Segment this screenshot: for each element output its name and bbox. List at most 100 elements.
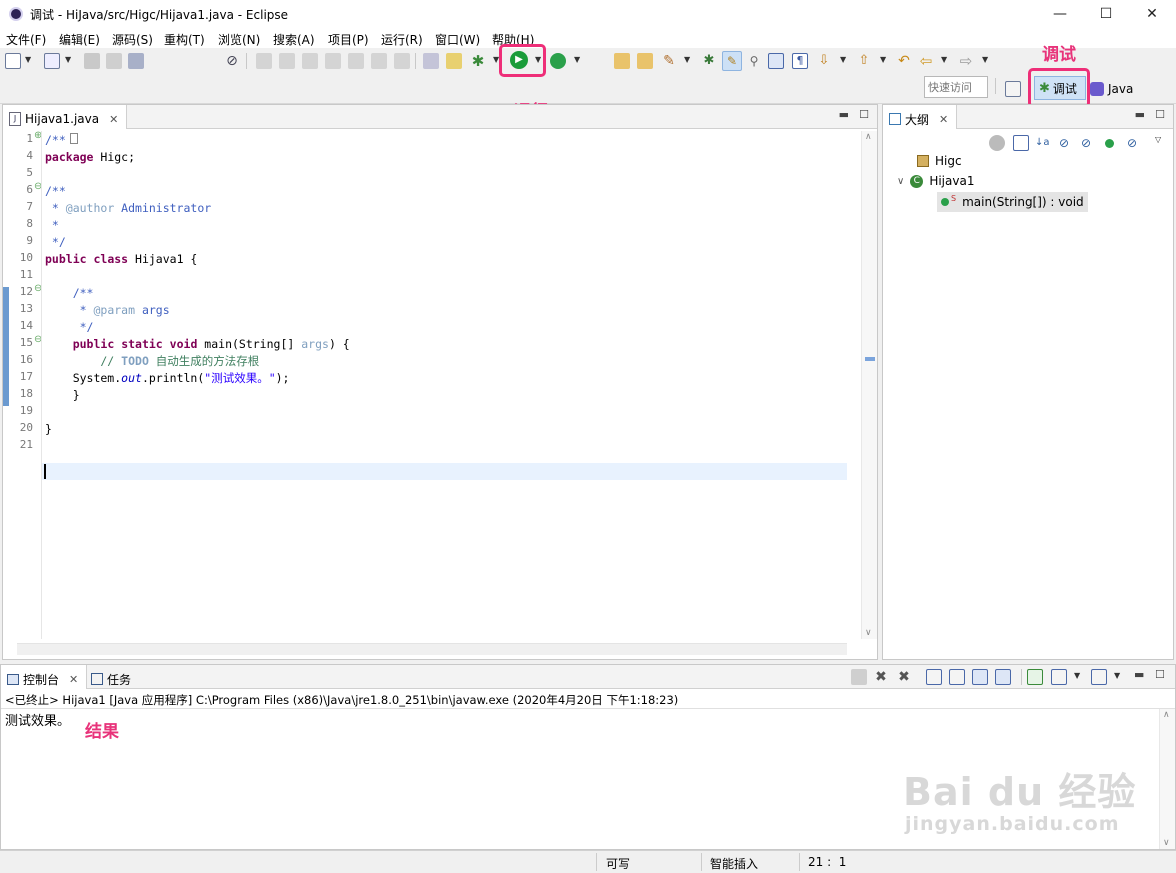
clear-console-icon[interactable] (926, 669, 942, 685)
word-wrap-icon[interactable]: ⚲ (746, 53, 762, 69)
next-annotation-icon[interactable]: ⇩ (816, 53, 832, 69)
minimize-view-icon[interactable]: ▬ (839, 108, 849, 121)
menu-search[interactable]: 搜索(A) (273, 31, 315, 48)
maximize-button[interactable]: ☐ (1083, 0, 1129, 28)
editor-vertical-scrollbar[interactable]: ∧ ∨ (861, 131, 877, 639)
remove-launch-icon[interactable]: ✖ (873, 669, 889, 685)
back-dropdown-icon[interactable]: ▼ (941, 55, 947, 64)
expand-chevron-icon[interactable]: ∨ (897, 176, 904, 187)
new-icon[interactable] (5, 53, 21, 69)
show-whitespace-icon[interactable]: ¶ (792, 53, 808, 69)
search-tool-icon[interactable]: ✎ (661, 53, 677, 69)
hide-fields-icon[interactable] (989, 135, 1005, 151)
coverage-icon[interactable] (550, 53, 566, 69)
outline-item-package[interactable]: Higc (917, 154, 962, 168)
show-on-output-icon[interactable] (995, 669, 1011, 685)
close-tab-icon[interactable]: ✕ (939, 113, 948, 126)
maximize-view-icon[interactable]: ☐ (1155, 668, 1165, 681)
new-package-dropdown-icon[interactable]: ▼ (65, 55, 71, 64)
hide-local-types-icon[interactable] (1105, 139, 1114, 148)
save-all-icon[interactable] (106, 53, 122, 69)
minimize-button[interactable]: — (1037, 0, 1083, 28)
scroll-down-icon[interactable]: ∨ (1163, 838, 1170, 848)
close-tab-icon[interactable]: ✕ (109, 113, 118, 126)
block-selection-icon[interactable] (768, 53, 784, 69)
disconnect-icon[interactable] (325, 53, 341, 69)
view-menu-icon[interactable]: ▽ (1155, 135, 1161, 144)
skip-breakpoints-icon[interactable]: ⊘ (224, 53, 240, 69)
prev-annotation-dropdown-icon[interactable]: ▼ (880, 55, 886, 64)
display-console-icon[interactable] (1051, 669, 1067, 685)
open-type-icon[interactable] (614, 53, 630, 69)
search-dropdown-icon[interactable]: ▼ (684, 55, 690, 64)
menu-source[interactable]: 源码(S) (112, 31, 153, 48)
last-edit-icon[interactable]: ↶ (896, 53, 912, 69)
maximize-view-icon[interactable]: ☐ (1155, 108, 1165, 121)
folded-comment-icon[interactable] (70, 133, 78, 144)
external-tools-icon[interactable] (446, 53, 462, 69)
back-icon[interactable]: ⇦ (918, 53, 934, 69)
terminate-icon[interactable] (302, 53, 318, 69)
step-over-icon[interactable] (371, 53, 387, 69)
hide-static-icon[interactable]: ⊘ (1081, 135, 1097, 151)
maximize-view-icon[interactable]: ☐ (859, 108, 869, 121)
quick-access-field[interactable] (924, 76, 988, 98)
open-perspective-icon[interactable] (1005, 81, 1021, 97)
scroll-up-icon[interactable]: ∧ (1163, 710, 1170, 720)
tab-outline[interactable]: 大纲 ✕ (883, 105, 958, 129)
menu-run[interactable]: 运行(R) (381, 31, 423, 48)
step-return-icon[interactable] (394, 53, 410, 69)
menu-refactor[interactable]: 重构(T) (164, 31, 205, 48)
pin-console-icon[interactable] (1027, 669, 1043, 685)
coverage-dropdown-icon[interactable]: ▼ (574, 55, 580, 64)
editor-horizontal-scrollbar[interactable] (17, 643, 847, 655)
resume-icon[interactable] (256, 53, 272, 69)
print-icon[interactable] (128, 53, 144, 69)
debug-bug-icon[interactable]: ✱ (470, 53, 486, 69)
prev-annotation-icon[interactable]: ⇧ (856, 53, 872, 69)
new-dropdown-icon[interactable]: ▼ (25, 55, 31, 64)
outline-item-method[interactable]: S main(String[]) : void (937, 192, 1088, 212)
perspective-java[interactable]: Java (1090, 78, 1133, 100)
toggle-block-icon[interactable] (423, 53, 439, 69)
suspend-icon[interactable] (279, 53, 295, 69)
menu-edit[interactable]: 编辑(E) (59, 31, 100, 48)
forward-icon[interactable]: ⇨ (958, 53, 974, 69)
outline-item-class[interactable]: ∨ C Hijava1 (897, 174, 974, 188)
link-editor-icon[interactable]: ⊘ (1127, 135, 1143, 151)
display-console-dropdown-icon[interactable]: ▼ (1074, 671, 1080, 680)
hide-nonpublic-icon[interactable]: ⊘ (1059, 135, 1075, 151)
console-vertical-scrollbar[interactable]: ∧ ∨ (1159, 709, 1175, 849)
minimize-view-icon[interactable]: ▬ (1135, 108, 1145, 121)
tab-console[interactable]: 控制台 ✕ (1, 665, 88, 689)
menu-window[interactable]: 窗口(W) (435, 31, 480, 48)
mark-occurrences-icon[interactable]: ✱ (701, 53, 717, 69)
save-icon[interactable] (84, 53, 100, 69)
scroll-lock-icon[interactable] (949, 669, 965, 685)
terminate-icon[interactable] (851, 669, 867, 685)
sort-icon[interactable]: ↓a (1035, 135, 1051, 151)
close-tab-icon[interactable]: ✕ (69, 673, 78, 686)
collapse-all-icon[interactable] (1013, 135, 1029, 151)
open-console-icon[interactable] (1091, 669, 1107, 685)
menu-navigate[interactable]: 浏览(N) (218, 31, 260, 48)
word-wrap-icon[interactable] (972, 669, 988, 685)
close-button[interactable]: ✕ (1129, 0, 1175, 28)
scroll-down-icon[interactable]: ∨ (865, 628, 872, 638)
step-into-icon[interactable] (348, 53, 364, 69)
open-resource-icon[interactable] (637, 53, 653, 69)
open-console-dropdown-icon[interactable]: ▼ (1114, 671, 1120, 680)
tab-tasks[interactable]: 任务 (85, 665, 139, 689)
new-package-icon[interactable] (44, 53, 60, 69)
menu-file[interactable]: 文件(F) (6, 31, 46, 48)
code-area[interactable]: /** package Higc; /** * @author Administra… (41, 131, 847, 639)
minimize-view-icon[interactable]: ▬ (1134, 668, 1144, 681)
tab-hijava1[interactable]: J Hijava1.java ✕ (3, 105, 128, 129)
highlight-toggle-icon[interactable]: ✎ (722, 51, 742, 71)
next-annotation-dropdown-icon[interactable]: ▼ (840, 55, 846, 64)
menu-project[interactable]: 项目(P) (328, 31, 369, 48)
forward-dropdown-icon[interactable]: ▼ (982, 55, 988, 64)
console-output[interactable]: 测试效果。 (5, 710, 70, 729)
remove-all-icon[interactable]: ✖ (896, 669, 912, 685)
scroll-up-icon[interactable]: ∧ (865, 132, 872, 142)
